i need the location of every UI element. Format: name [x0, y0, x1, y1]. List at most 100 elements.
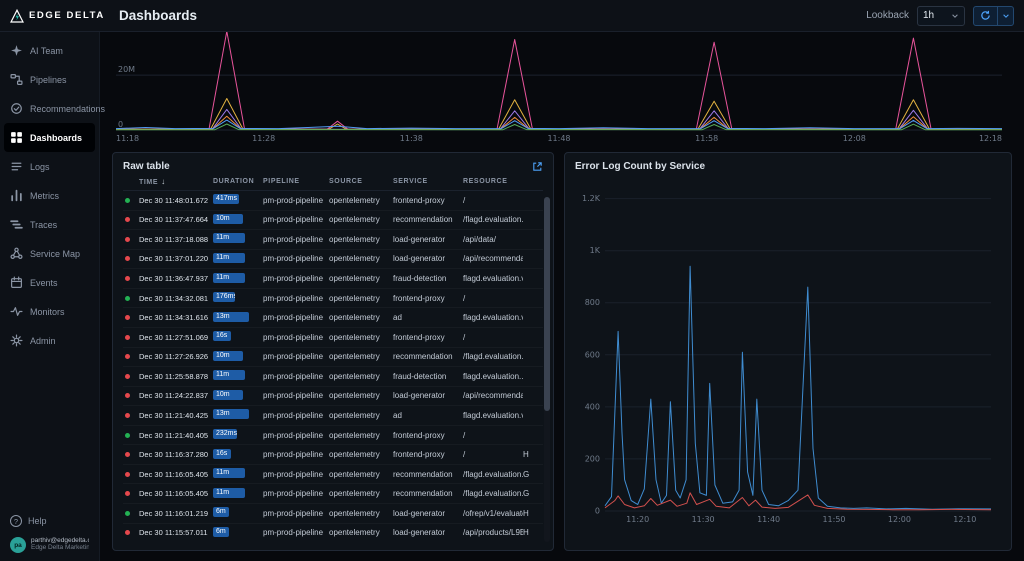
monitors-icon	[10, 305, 23, 318]
cell-pipeline: pm-prod-pipeline	[263, 431, 329, 440]
throughput-chart[interactable]: 020M11:1811:2811:3811:4811:5812:0812:18	[112, 32, 1012, 146]
refresh-button[interactable]	[974, 7, 998, 25]
table-row[interactable]: Dec 30 11:48:01.672417mspm-prod-pipeline…	[123, 191, 543, 211]
table-scrollbar-thumb[interactable]	[544, 197, 550, 411]
cell-pipeline: pm-prod-pipeline	[263, 489, 329, 498]
cell-service: frontend-proxy	[393, 294, 463, 303]
svg-text:11:58: 11:58	[695, 134, 718, 143]
sidebar-item-metrics[interactable]: Metrics	[0, 181, 99, 210]
table-row[interactable]: Dec 30 11:16:05.40511mpm-prod-pipelineop…	[123, 465, 543, 485]
table-row[interactable]: Dec 30 11:34:31.61613mpm-prod-pipelineop…	[123, 308, 543, 328]
topbar: EDGE DELTA Dashboards Lookback 1h	[0, 0, 1024, 32]
cell-time: Dec 30 11:34:32.081	[139, 294, 213, 303]
sidebar-item-traces[interactable]: Traces	[0, 210, 99, 239]
sidebar-item-admin[interactable]: Admin	[0, 326, 99, 355]
sidebar-item-events[interactable]: Events	[0, 268, 99, 297]
sidebar-item-pipelines[interactable]: Pipelines	[0, 65, 99, 94]
cell-source: opentelemetry	[329, 431, 393, 440]
svg-text:200: 200	[585, 454, 600, 463]
table-row[interactable]: Dec 30 11:16:37.28016spm-prod-pipelineop…	[123, 445, 543, 465]
cell-duration: 11m	[213, 253, 263, 265]
cell-duration: 232ms	[213, 429, 263, 441]
cell-resource: /flagd.evaluation...	[463, 489, 523, 498]
cell-duration: 11m	[213, 233, 263, 245]
cell-time: Dec 30 11:15:57.011	[139, 528, 213, 537]
sidebar-item-monitors[interactable]: Monitors	[0, 297, 99, 326]
table-row[interactable]: Dec 30 11:15:57.0116mpm-prod-pipelineope…	[123, 524, 543, 543]
cell-resource: /flagd.evaluation....	[463, 352, 523, 361]
status-dot-error	[125, 530, 130, 535]
cell-duration: 16s	[213, 449, 263, 461]
open-external-button[interactable]	[532, 161, 543, 172]
column-header-duration[interactable]: DURATION	[213, 178, 263, 185]
cell-time: Dec 30 11:34:31.616	[139, 313, 213, 322]
table-row[interactable]: Dec 30 11:34:32.081176mspm-prod-pipeline…	[123, 289, 543, 309]
cell-resource: /api/data/	[463, 235, 523, 244]
cell-source: opentelemetry	[329, 509, 393, 518]
throughput-chart-strip: 020M11:1811:2811:3811:4811:5812:0812:18	[112, 32, 1012, 146]
cell-service: load-generator	[393, 391, 463, 400]
refresh-interval-dropdown[interactable]	[998, 7, 1013, 25]
cell-pipeline: pm-prod-pipeline	[263, 528, 329, 537]
sidebar-item-service-map[interactable]: Service Map	[0, 239, 99, 268]
sidebar-item-label: Admin	[30, 336, 56, 346]
column-header-pipeline[interactable]: PIPELINE	[263, 178, 329, 185]
table-row[interactable]: Dec 30 11:37:47.66410mpm-prod-pipelineop…	[123, 211, 543, 231]
cell-pipeline: pm-prod-pipeline	[263, 235, 329, 244]
sidebar-item-logs[interactable]: Logs	[0, 152, 99, 181]
cell-time: Dec 30 11:48:01.672	[139, 196, 213, 205]
cell-service: load-generator	[393, 254, 463, 263]
cell-source: opentelemetry	[329, 215, 393, 224]
table-row[interactable]: Dec 30 11:21:40.405232mspm-prod-pipeline…	[123, 426, 543, 446]
user-profile[interactable]: pa parthiv@edgedelta.co... Edge Delta Ma…	[10, 537, 89, 553]
sidebar-item-ai-team[interactable]: AI Team	[0, 36, 99, 65]
cell-time: Dec 30 11:16:05.405	[139, 470, 213, 479]
sidebar-item-label: Events	[30, 278, 58, 288]
column-header-source[interactable]: SOURCE	[329, 178, 393, 185]
column-header-time[interactable]: TIME↓	[139, 177, 213, 186]
sidebar-item-recommendations[interactable]: Recommendations	[0, 94, 99, 123]
cell-method: G	[523, 470, 533, 479]
table-row[interactable]: Dec 30 11:21:40.42513mpm-prod-pipelineop…	[123, 406, 543, 426]
status-dot-error	[125, 393, 130, 398]
cell-method: H	[523, 528, 533, 537]
help-button[interactable]: ? Help	[10, 515, 89, 527]
column-header-resource[interactable]: RESOURCE	[463, 178, 523, 185]
cell-duration: 10m	[213, 214, 263, 226]
brand-logo[interactable]: EDGE DELTA	[10, 9, 105, 23]
cell-service: recommendation	[393, 489, 463, 498]
cell-pipeline: pm-prod-pipeline	[263, 254, 329, 263]
help-icon: ?	[10, 515, 22, 527]
svg-text:11:40: 11:40	[757, 515, 780, 524]
table-row[interactable]: Dec 30 11:27:26.92610mpm-prod-pipelineop…	[123, 348, 543, 368]
cell-resource: /	[463, 196, 523, 205]
cell-time: Dec 30 11:27:26.926	[139, 352, 213, 361]
cell-source: opentelemetry	[329, 411, 393, 420]
table-row[interactable]: Dec 30 11:37:01.22011mpm-prod-pipelineop…	[123, 250, 543, 270]
table-row[interactable]: Dec 30 11:16:01.2196mpm-prod-pipelineope…	[123, 504, 543, 524]
table-row[interactable]: Dec 30 11:25:58.87811mpm-prod-pipelineop…	[123, 367, 543, 387]
sidebar-item-dashboards[interactable]: Dashboards	[4, 123, 95, 152]
svg-text:0: 0	[595, 507, 600, 516]
svg-text:1K: 1K	[590, 246, 601, 255]
lookback-select[interactable]: 1h	[917, 6, 965, 26]
column-header-service[interactable]: SERVICE	[393, 178, 463, 185]
dashboards-icon	[10, 131, 23, 144]
cell-time: Dec 30 11:27:51.069	[139, 333, 213, 342]
refresh-icon	[980, 10, 991, 21]
cell-duration: 11m	[213, 273, 263, 285]
status-dot-error	[125, 413, 130, 418]
error-log-chart[interactable]: 02004006008001K1.2K11:2011:3011:4011:501…	[575, 177, 999, 525]
cell-source: opentelemetry	[329, 313, 393, 322]
table-row[interactable]: Dec 30 11:16:05.40511mpm-prod-pipelineop…	[123, 484, 543, 504]
sidebar-item-label: Monitors	[30, 307, 65, 317]
cell-service: recommendation	[393, 352, 463, 361]
error-log-title: Error Log Count by Service	[575, 161, 705, 172]
table-row[interactable]: Dec 30 11:37:18.08811mpm-prod-pipelineop…	[123, 230, 543, 250]
cell-resource: /api/recommenda...	[463, 254, 523, 263]
table-row[interactable]: Dec 30 11:27:51.06916spm-prod-pipelineop…	[123, 328, 543, 348]
cell-duration: 16s	[213, 331, 263, 343]
table-row[interactable]: Dec 30 11:24:22.83710mpm-prod-pipelineop…	[123, 387, 543, 407]
table-row[interactable]: Dec 30 11:36:47.93711mpm-prod-pipelineop…	[123, 269, 543, 289]
cell-source: opentelemetry	[329, 450, 393, 459]
